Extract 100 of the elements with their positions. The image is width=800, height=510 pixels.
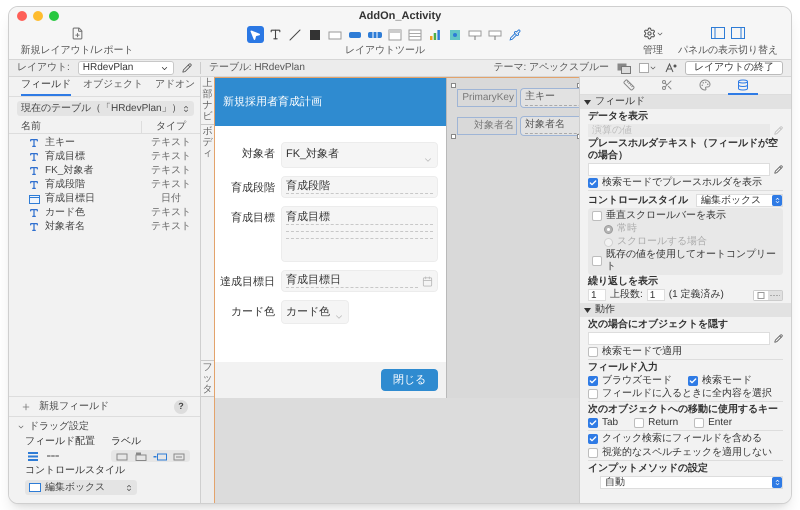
text-type-icon [29,180,40,190]
field-list-item[interactable]: 対象者名 テキスト [9,220,200,234]
selection-handle[interactable] [451,83,456,88]
text-type-icon [29,166,40,176]
control-style-select[interactable]: 編集ボックス [25,480,137,495]
style-menu-icon[interactable] [639,63,657,73]
field-type: テキスト [150,207,192,219]
field-label: 対象者 [241,146,275,161]
column-header[interactable]: 名前 [9,120,142,132]
field-type: テキスト [150,137,192,149]
field-list-item[interactable]: 育成段階 テキスト [9,178,200,192]
checkbox-label: ブラウズモード [602,375,672,387]
layout-label: レイアウト: [17,62,70,74]
table-select[interactable]: 現在のテーブル（「HRdevPlan」） [17,101,194,116]
panel-tab[interactable]: アドオン [155,79,195,96]
field-list-item[interactable]: カード色 テキスト [9,206,200,220]
zoom-window-button[interactable] [49,11,59,21]
text-type-icon [29,208,40,218]
theme-name: テーマ: アペックスブルー [493,62,609,74]
checkbox-label: 視覚的なスペルチェックを適用しない [602,447,772,459]
field-name: 主キー [45,137,75,149]
setting-label: フィールド入力 [588,359,783,374]
checkbox[interactable] [688,376,698,386]
option-label: スクロールする場合 [617,236,707,248]
input-method-select[interactable]: 自動 [600,476,783,489]
checkbox[interactable] [592,211,602,221]
field-name: 育成段階 [45,179,85,191]
field-value: 育成目標 [286,211,330,223]
checkbox[interactable] [588,347,598,357]
checkbox[interactable] [588,389,598,399]
stacked-lines-icon[interactable] [25,450,41,462]
checkbox[interactable] [588,434,598,444]
right-panel-icon[interactable] [731,27,745,39]
help-button[interactable]: ? [174,400,188,414]
toolbar-label: パネルの表示切り替え [678,45,778,57]
field-list-item[interactable]: 主キー テキスト [9,136,200,150]
field-name: 育成目標日 [45,193,95,205]
checkbox[interactable] [588,178,598,188]
number-field[interactable]: 1 [588,289,606,301]
checkbox[interactable] [588,418,598,428]
toolbar-label: 新規レイアウト/レポート [20,45,134,57]
text-style-icon[interactable] [665,63,677,73]
field-list-item[interactable]: FK_対象者 テキスト [9,164,200,178]
field-name: カード色 [45,207,85,219]
column-header[interactable]: タイプ [142,120,200,132]
checkbox[interactable] [634,418,644,428]
setting-label: コントロールスタイル [588,194,688,206]
option-label: 既存の値を使用してオートコンプリート [606,249,777,273]
date-field[interactable]: 育成目標日 [281,270,438,292]
calendar-icon [422,276,433,287]
text-field[interactable]: 育成段階 [281,176,438,198]
field-name: FK_対象者 [45,165,94,177]
field-label: 育成目標 [230,210,275,225]
text-type-icon [29,152,40,162]
checkbox[interactable] [588,376,598,386]
pencil-icon[interactable] [774,165,783,174]
part-tab[interactable]: フッタ [201,361,214,397]
field-type: テキスト [150,179,192,191]
gear-icon[interactable] [642,27,664,40]
new-layout-icon[interactable] [70,27,84,40]
square-icon[interactable] [754,290,768,300]
control-style-select[interactable]: 編集ボックス [696,194,783,207]
part-tab[interactable]: ボディ [201,125,214,361]
pencil-icon[interactable] [182,63,192,73]
exit-layout-button[interactable]: レイアウトの終了 [685,61,783,75]
chevron-down-icon[interactable] [17,423,25,431]
text-area[interactable]: 育成目標 [281,206,438,262]
checkbox[interactable] [592,256,602,266]
text-field[interactable]: 主キー [520,88,579,108]
plus-icon[interactable] [21,402,31,412]
panel-tab[interactable]: オブジェクト [83,79,143,96]
panel-tab[interactable]: フィールド [21,79,71,96]
text-field[interactable]: 対象者名 [520,116,579,136]
field-name: 対象者名 [45,221,85,233]
pencil-icon[interactable] [774,334,783,343]
pointer-tool-icon[interactable] [246,26,264,43]
dropdown-field[interactable]: カード色 [281,300,349,324]
toolbar-label: レイアウトツール [345,45,425,57]
input-field[interactable] [588,163,770,176]
left-panel-icon[interactable] [711,27,725,39]
window-title: AddOn_Activity [358,10,442,23]
part-tab[interactable]: 上部ナビ [201,77,214,125]
setting-label: ラベル [111,436,142,448]
dropdown-field[interactable]: FK_対象者 [281,142,438,168]
field-list-item[interactable]: 育成目標日 日付 [9,192,200,206]
number-field[interactable]: 1 [646,289,665,301]
checkbox-label: フィールドに入るときに全内容を選択 [602,388,772,400]
theme-icon[interactable] [617,62,631,74]
selection-handle[interactable] [451,134,456,139]
new-field-link[interactable]: 新規フィールド [39,400,109,412]
layout-select[interactable]: HRdevPlan [78,61,174,75]
field-list-item[interactable]: 育成目標 テキスト [9,150,200,164]
checkbox[interactable] [588,448,598,458]
section-title: 動作 [595,304,615,316]
input-field[interactable] [588,332,770,345]
close-button[interactable]: 閉じる [381,369,438,391]
up-down-chevron-icon [772,477,782,488]
checkbox[interactable] [694,418,704,428]
up-down-chevron-icon [182,104,190,112]
close-window-button[interactable] [17,11,27,21]
